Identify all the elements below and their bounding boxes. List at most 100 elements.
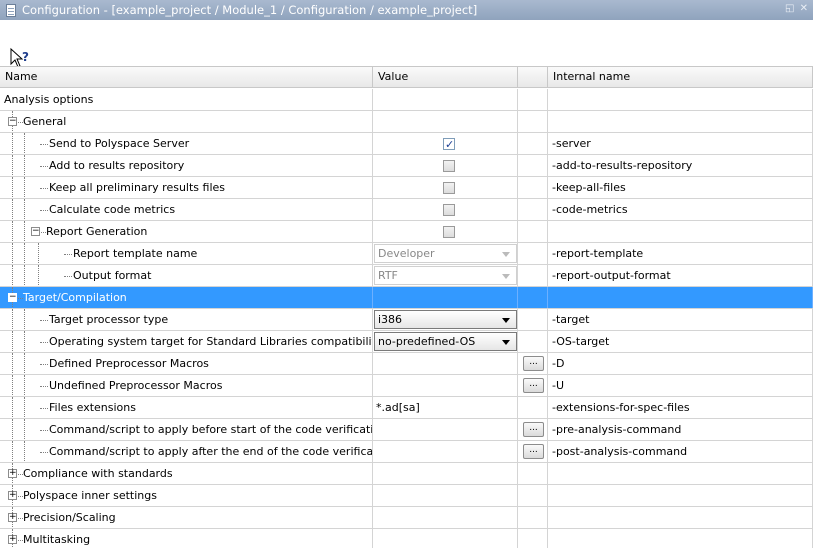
window-controls[interactable]: ◱ ✕ [785,3,809,14]
button-cell [518,331,548,352]
value-cell[interactable] [373,441,518,462]
value-cell [373,111,518,132]
name-cell: Defined Preprocessor Macros [0,353,373,374]
table-row[interactable]: Command/script to apply before start of … [0,419,813,441]
option-label: Undefined Preprocessor Macros [49,379,223,392]
internal-name-cell: -D [548,353,813,374]
table-row[interactable]: + Compliance with standards [0,463,813,485]
table-row[interactable]: − General [0,111,813,133]
table-row[interactable]: Output format RTF -report-output-format [0,265,813,287]
table-row[interactable]: Operating system target for Standard Lib… [0,331,813,353]
value-cell: Developer [373,243,518,264]
collapse-icon[interactable]: − [31,227,40,236]
button-cell: ... [518,419,548,440]
table-row[interactable]: Target processor type i386 -target [0,309,813,331]
column-header-name[interactable]: Name [0,67,373,87]
table-row[interactable]: − Report Generation [0,221,813,243]
name-cell: Calculate code metrics [0,199,373,220]
table-row[interactable]: Calculate code metrics -code-metrics [0,199,813,221]
value-cell [373,287,518,308]
browse-button[interactable]: ... [523,378,544,393]
button-cell: ... [518,441,548,462]
table-row[interactable]: + Precision/Scaling [0,507,813,529]
option-checkbox[interactable] [443,226,455,238]
internal-name-cell [548,111,813,132]
expand-icon[interactable]: + [8,513,17,522]
table-row[interactable]: − Target/Compilation [0,287,813,309]
table-row[interactable]: Files extensions *.ad[sa] -extensions-for-… [0,397,813,419]
chevron-down-icon [502,274,510,279]
option-text-value[interactable] [373,379,376,392]
tree-line [24,353,25,374]
internal-name-cell: -code-metrics [548,199,813,220]
option-label: Keep all preliminary results files [49,181,226,194]
table-row[interactable]: + Polyspace inner settings [0,485,813,507]
button-cell [518,133,548,154]
table-row[interactable]: Report template name Developer -report-tem… [0,243,813,265]
name-cell: Output format [0,265,373,286]
value-cell[interactable] [373,375,518,396]
button-cell [518,199,548,220]
option-checkbox[interactable] [443,134,455,154]
option-dropdown: RTF [374,266,517,285]
internal-name-cell [548,529,813,548]
option-text-value[interactable] [373,445,376,458]
option-checkbox[interactable] [443,160,455,172]
collapse-icon[interactable]: − [8,293,17,302]
internal-name-cell [548,507,813,528]
option-dropdown[interactable]: no-predefined-OS [374,332,517,351]
expand-icon[interactable]: + [8,535,17,544]
option-dropdown: Developer [374,244,517,263]
option-label: Polyspace inner settings [23,489,157,502]
window-title: Configuration - [example_project / Modul… [22,3,478,17]
name-cell: − General [0,111,373,132]
tree-line [12,155,13,176]
option-text-value[interactable] [373,423,376,436]
table-row[interactable]: Defined Preprocessor Macros... -D [0,353,813,375]
option-text-value[interactable]: *.ad[sa] [373,401,420,414]
button-cell [518,397,548,418]
table-row[interactable]: Command/script to apply after the end of… [0,441,813,463]
value-cell[interactable] [373,353,518,374]
option-dropdown[interactable]: i386 [374,310,517,329]
table-row[interactable]: + Multitasking [0,529,813,548]
window-titlebar: Configuration - [example_project / Modul… [0,0,813,20]
internal-name-cell: -pre-analysis-command [548,419,813,440]
option-label: Target processor type [49,313,169,326]
browse-button[interactable]: ... [523,422,544,437]
table-row[interactable]: Keep all preliminary results files -keep-… [0,177,813,199]
expand-icon[interactable]: + [8,491,17,500]
expand-icon[interactable]: + [8,469,17,478]
collapse-icon[interactable]: − [8,117,17,126]
option-label: Add to results repository [49,159,185,172]
name-cell: Add to results repository [0,155,373,176]
option-checkbox[interactable] [443,182,455,194]
tree-line [40,342,48,343]
name-cell: + Polyspace inner settings [0,485,373,506]
button-cell [518,485,548,506]
table-row[interactable]: Add to results repository -add-to-results… [0,155,813,177]
tree-line [40,210,48,211]
option-label: Command/script to apply after the end of… [49,445,373,458]
value-cell[interactable] [373,419,518,440]
value-cell [373,463,518,484]
table-row[interactable]: Undefined Preprocessor Macros... -U [0,375,813,397]
name-cell: Command/script to apply before start of … [0,419,373,440]
tree-line [24,331,25,352]
name-cell: + Multitasking [0,529,373,548]
column-header-value[interactable]: Value [373,67,518,87]
button-cell [518,89,548,110]
table-row[interactable]: Analysis options [0,89,813,111]
tree-line [12,441,13,462]
browse-button[interactable]: ... [523,444,544,459]
browse-button[interactable]: ... [523,356,544,371]
table-row[interactable]: Send to Polyspace Server -server [0,133,813,155]
option-text-value[interactable] [373,357,376,370]
option-checkbox[interactable] [443,204,455,216]
column-header-internal-name[interactable]: Internal name [548,67,813,87]
value-cell[interactable]: *.ad[sa] [373,397,518,418]
button-cell [518,287,548,308]
tree-line [12,419,13,440]
internal-name-cell [548,287,813,308]
tree-line [24,309,25,330]
